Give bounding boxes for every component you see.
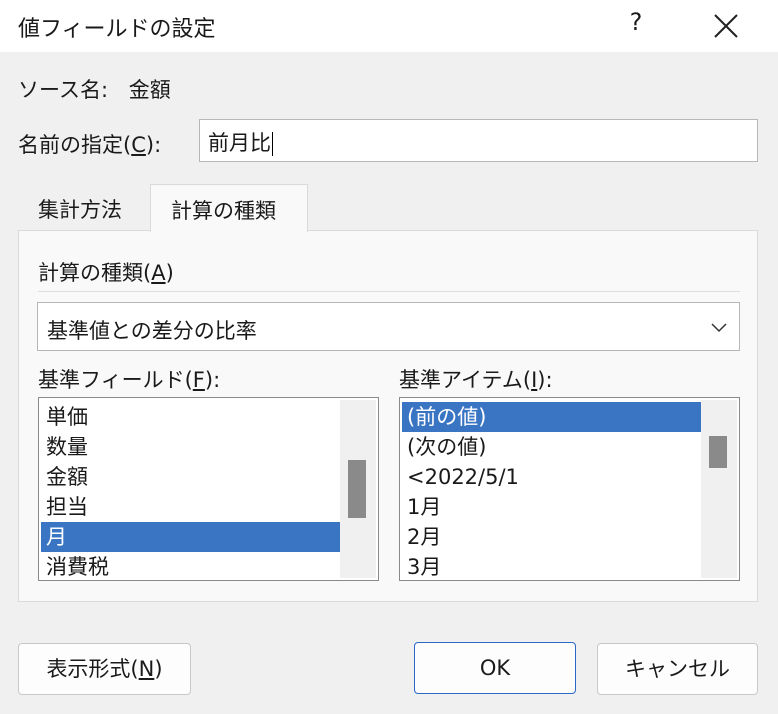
- separator: [38, 291, 740, 292]
- list-item[interactable]: 数量: [41, 432, 342, 462]
- base-item-listbox[interactable]: (前の値) (次の値) <2022/5/1 1月 2月 3月: [399, 397, 740, 581]
- list-item[interactable]: 消費税: [41, 552, 342, 580]
- list-item-selected[interactable]: 月: [41, 522, 342, 552]
- base-field-listbox[interactable]: 単価 数量 金額 担当 月 消費税: [38, 397, 379, 581]
- custom-name-input[interactable]: 前月比: [199, 119, 758, 162]
- list-item[interactable]: 担当: [41, 492, 342, 522]
- scrollbar[interactable]: [701, 400, 737, 578]
- calc-type-dropdown[interactable]: 基準値との差分の比率: [37, 302, 740, 351]
- list-item[interactable]: 金額: [41, 462, 342, 492]
- source-name-label: ソース名:: [18, 78, 109, 102]
- tab-show-values-as[interactable]: 計算の種類: [150, 184, 308, 232]
- value-field-settings-dialog: 値フィールドの設定 ? ソース名: 金額 名前の指定(C): 前月比 集計方法 …: [0, 0, 778, 714]
- scrollbar-thumb[interactable]: [709, 436, 727, 468]
- close-icon: [714, 14, 738, 38]
- close-button[interactable]: [704, 4, 748, 48]
- list-item[interactable]: <2022/5/1: [402, 462, 703, 492]
- tab-summarize-by[interactable]: 集計方法: [18, 184, 150, 230]
- chevron-down-icon: [711, 323, 727, 333]
- number-format-button[interactable]: 表示形式(N): [18, 643, 191, 695]
- base-item-label: 基準アイテム(I):: [399, 368, 553, 392]
- base-field-label: 基準フィールド(F):: [38, 368, 221, 392]
- source-name-row: ソース名: 金額: [18, 74, 171, 104]
- list-item-selected[interactable]: (前の値): [402, 402, 703, 432]
- ok-button[interactable]: OK: [414, 642, 576, 694]
- cancel-button[interactable]: キャンセル: [597, 643, 758, 695]
- scrollbar-thumb[interactable]: [348, 460, 366, 518]
- list-item[interactable]: 1月: [402, 492, 703, 522]
- title-bar: 値フィールドの設定 ?: [0, 0, 778, 52]
- list-item[interactable]: (次の値): [402, 432, 703, 462]
- list-item[interactable]: 単価: [41, 402, 342, 432]
- scrollbar[interactable]: [340, 400, 376, 578]
- calc-type-label: 計算の種類(A): [38, 261, 174, 285]
- help-button[interactable]: ?: [624, 8, 648, 36]
- source-name-value: 金額: [128, 78, 171, 102]
- list-item[interactable]: 2月: [402, 522, 703, 552]
- custom-name-label: 名前の指定(C):: [18, 133, 162, 157]
- list-item[interactable]: 3月: [402, 552, 703, 580]
- calc-type-selected: 基準値との差分の比率: [47, 319, 257, 343]
- dialog-title: 値フィールドの設定: [18, 17, 216, 42]
